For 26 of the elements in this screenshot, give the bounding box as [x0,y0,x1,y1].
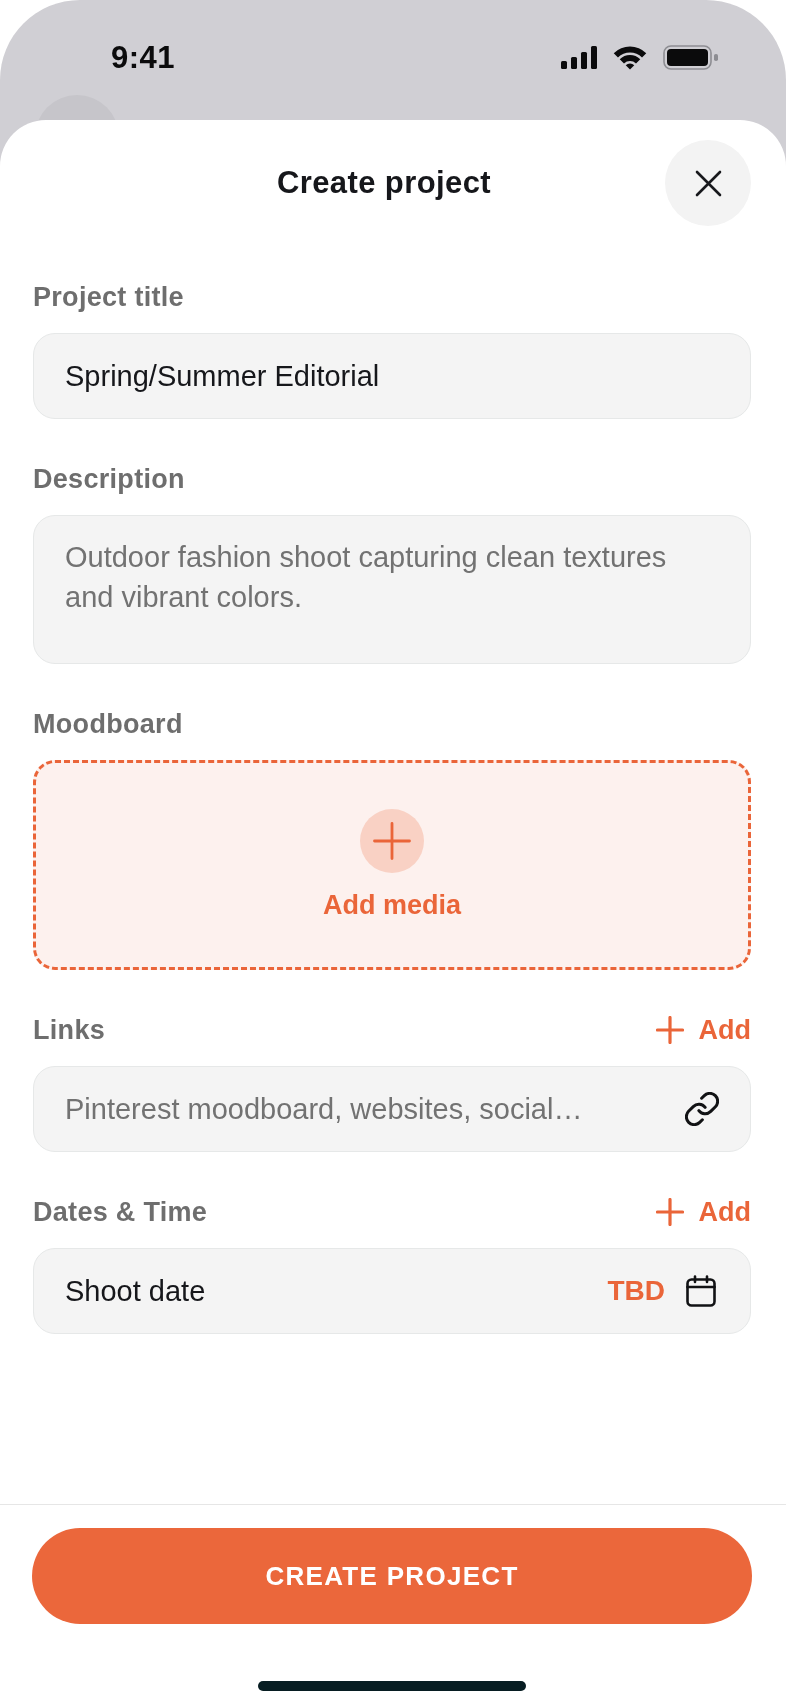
link-icon [685,1092,719,1126]
add-button[interactable]: Add [655,1195,751,1229]
plus-icon [655,1016,684,1044]
status-time: 9:41 [111,39,176,76]
wifi-icon [613,45,647,70]
battery-icon [663,45,718,70]
sheet-title: Create project [276,164,492,202]
title-input[interactable]: Spring/Summer Editorial [33,333,751,419]
field-label: Dates & Time [33,1196,208,1229]
signal-icon [561,46,597,69]
field-label: Description [33,463,185,496]
add-media-dropzone[interactable]: Add media [33,760,751,970]
close-icon [694,169,722,197]
calendar-icon [686,1275,716,1307]
plus-icon [655,1198,684,1226]
field-label: Links [33,1014,106,1047]
plus-icon [360,809,424,873]
date-label: Shoot date [65,1274,206,1309]
create-project-button[interactable]: CREATE PROJECT [32,1528,752,1624]
links-input[interactable]: Pinterest moodboard, websites, social… [33,1066,751,1152]
date-value: TBD [607,1274,665,1308]
description-input[interactable]: Outdoor fashion shoot capturing clean textures and vibrant colors. [33,515,751,664]
add-button[interactable]: Add [655,1013,751,1047]
field-label: Project title [33,281,184,314]
field-label: Moodboard [33,708,183,741]
date-field[interactable]: Shoot date TBD [33,1248,751,1334]
